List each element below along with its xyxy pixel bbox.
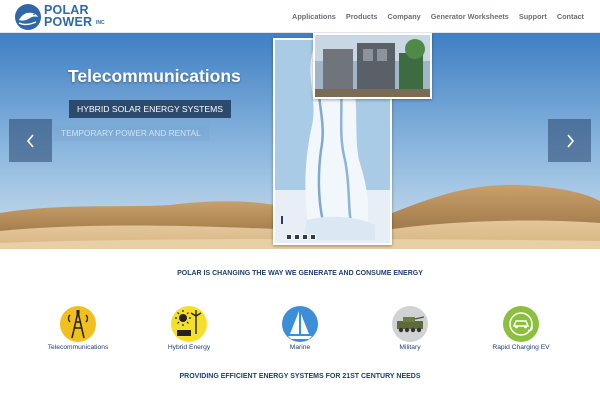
nav-generator-worksheets[interactable]: Generator Worksheets xyxy=(431,12,509,21)
slide-dot-1[interactable] xyxy=(286,234,292,240)
slide-dot-2[interactable] xyxy=(294,234,300,240)
page: POLAR POWER INC Applications Products Co… xyxy=(0,0,600,400)
feature-label-telecommunications: Telecommunications xyxy=(47,344,109,351)
slide-dot-3[interactable] xyxy=(302,234,308,240)
polar-bear-globe-icon xyxy=(15,4,41,30)
cell-tower-icon xyxy=(60,306,96,342)
ev-charging-icon xyxy=(503,306,539,342)
feature-label-marine: Marine xyxy=(289,344,311,351)
hero-title: Telecommunications xyxy=(68,66,241,86)
nav-support[interactable]: Support xyxy=(519,12,547,21)
slider-next-button[interactable] xyxy=(548,119,591,162)
feature-label-hybrid-energy: Hybrid Energy xyxy=(167,344,211,351)
nav-company[interactable]: Company xyxy=(387,12,420,21)
nav-contact[interactable]: Contact xyxy=(557,12,584,21)
solar-wind-icon xyxy=(171,306,207,342)
hero-slider: Telecommunications HYBRID SOLAR ENERGY S… xyxy=(0,33,600,249)
sailboat-icon xyxy=(282,306,318,342)
chevron-right-icon xyxy=(566,133,574,148)
armored-vehicle-icon xyxy=(392,306,428,342)
logo-suffix: INC xyxy=(96,20,105,26)
nav-products[interactable]: Products xyxy=(346,12,378,21)
main-nav: Applications Products Company Generator … xyxy=(292,12,584,21)
logo[interactable]: POLAR POWER INC xyxy=(14,3,124,31)
slider-prev-button[interactable] xyxy=(9,119,52,162)
nav-applications[interactable]: Applications xyxy=(292,12,336,21)
chevron-left-icon xyxy=(26,133,34,148)
generator-equipment-photo xyxy=(313,33,432,99)
slider-pagination xyxy=(286,234,316,240)
feature-label-rapid-charging-ev: Rapid Charging EV xyxy=(492,344,550,351)
feature-label-military: Military xyxy=(399,344,421,351)
hero-badge-secondary[interactable]: TEMPORARY POWER AND RENTAL xyxy=(53,125,209,141)
hero-badge[interactable]: HYBRID SOLAR ENERGY SYSTEMS xyxy=(69,100,231,118)
section-tagline: POLAR IS CHANGING THE WAY WE GENERATE AN… xyxy=(177,270,423,277)
application-features: Telecommunications Hybrid Energy Marine … xyxy=(0,306,600,356)
site-header: POLAR POWER INC Applications Products Co… xyxy=(0,0,600,33)
logo-text: POLAR POWER xyxy=(44,4,93,29)
section-tagline-secondary: PROVIDING EFFICIENT ENERGY SYSTEMS FOR 2… xyxy=(179,373,421,380)
slide-dot-4[interactable] xyxy=(310,234,316,240)
logo-line2: POWER xyxy=(44,15,93,29)
